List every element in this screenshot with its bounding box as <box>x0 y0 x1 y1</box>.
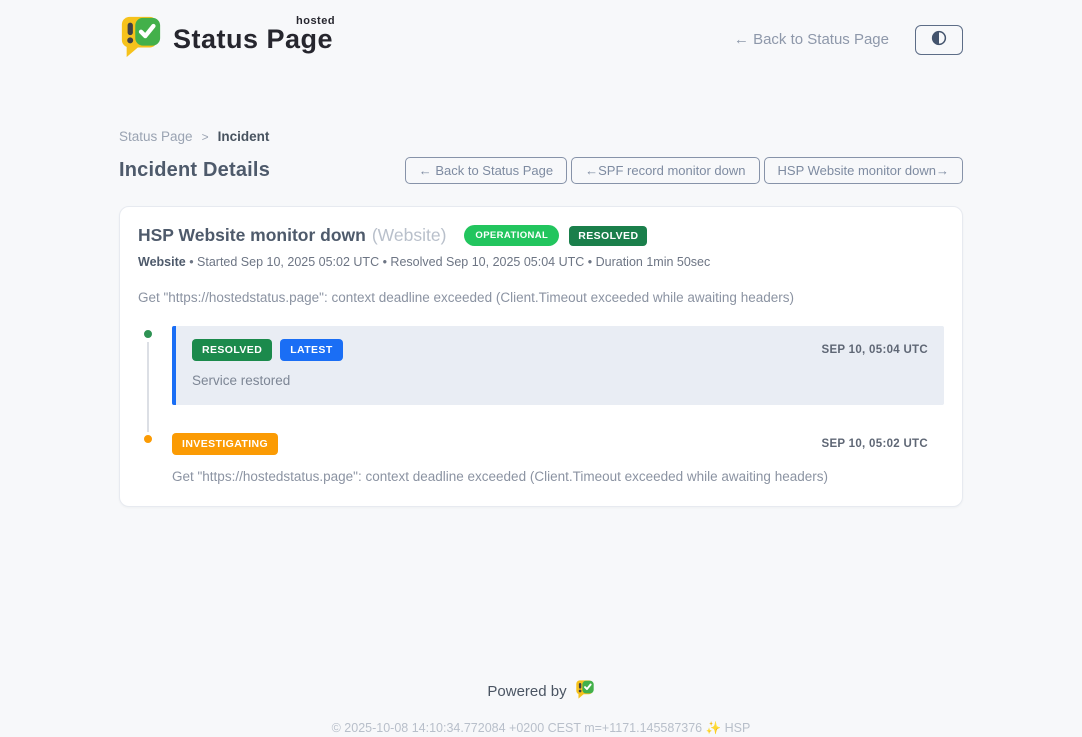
incident-component: (Website) <box>372 225 447 246</box>
half-circle-contrast-icon <box>930 29 948 50</box>
green-status-dot-icon <box>141 327 155 341</box>
resolved-status-badge: RESOLVED <box>569 226 647 246</box>
timeline-entry-investigating: INVESTIGATING SEP 10, 05:02 UTC Get "htt… <box>138 431 944 484</box>
investigating-badge: INVESTIGATING <box>172 433 278 455</box>
theme-toggle-button[interactable] <box>915 25 963 55</box>
timeline-message: Get "https://hostedstatus.page": context… <box>172 469 928 484</box>
header-back-to-status-page-link[interactable]: ← Back to Status Page <box>734 31 889 48</box>
timeline-dot-column <box>138 431 158 484</box>
resolved-badge: RESOLVED <box>192 339 272 361</box>
top-bar: Status Page hosted ← Back to Status Page <box>91 0 991 65</box>
incident-timeline: RESOLVED LATEST SEP 10, 05:04 UTC Servic… <box>138 326 944 484</box>
next-incident-button[interactable]: HSP Website monitor down→ <box>764 157 963 184</box>
incident-card-header: HSP Website monitor down (Website) OPERA… <box>138 225 944 246</box>
incident-meta: Website • Started Sep 10, 2025 05:02 UTC… <box>138 255 944 269</box>
title-row: Incident Details ← Back to Status Page ←… <box>91 157 991 184</box>
timeline-badges: INVESTIGATING <box>172 433 278 455</box>
brand-superscript: hosted <box>296 15 335 27</box>
timeline-message: Service restored <box>192 373 928 388</box>
incident-description: Get "https://hostedstatus.page": context… <box>138 290 944 305</box>
breadcrumb-status-page[interactable]: Status Page <box>119 129 193 144</box>
back-to-status-page-button[interactable]: ← Back to Status Page <box>405 157 567 184</box>
brand-name: Status Page hosted <box>173 24 333 55</box>
timeline-timestamp: SEP 10, 05:02 UTC <box>821 438 928 450</box>
brand-logo[interactable]: Status Page hosted <box>119 14 333 65</box>
timeline-entry-investigating-body: INVESTIGATING SEP 10, 05:02 UTC Get "htt… <box>172 431 944 484</box>
top-bar-actions: ← Back to Status Page <box>734 25 963 55</box>
operational-status-badge: OPERATIONAL <box>464 225 559 246</box>
prev-incident-button[interactable]: ←SPF record monitor down <box>571 157 759 184</box>
timeline-badges: RESOLVED LATEST <box>192 339 343 361</box>
breadcrumb-incident: Incident <box>218 129 270 144</box>
incident-card: HSP Website monitor down (Website) OPERA… <box>119 206 963 507</box>
latest-badge: LATEST <box>280 339 342 361</box>
status-page-logo-small-icon <box>575 679 595 704</box>
timeline-entry-resolved: RESOLVED LATEST SEP 10, 05:04 UTC Servic… <box>138 326 944 405</box>
incident-title: HSP Website monitor down <box>138 225 366 246</box>
copyright-text: © 2025-10-08 14:10:34.772084 +0200 CEST … <box>0 721 1082 736</box>
breadcrumb: Status Page > Incident <box>91 129 991 144</box>
timeline-timestamp: SEP 10, 05:04 UTC <box>821 344 928 356</box>
orange-status-dot-icon <box>141 432 155 446</box>
powered-by-label: Powered by <box>487 683 566 700</box>
powered-by-link[interactable]: Powered by <box>487 679 594 704</box>
timeline-dot-column <box>138 326 158 405</box>
page-footer: Powered by © 2025-10-08 14:10:34.772084 … <box>0 679 1082 736</box>
incident-nav-buttons: ← Back to Status Page ←SPF record monito… <box>405 157 963 184</box>
status-page-logo-icon <box>119 14 163 65</box>
page-title: Incident Details <box>119 159 270 182</box>
incident-meta-details: • Started Sep 10, 2025 05:02 UTC • Resol… <box>189 255 710 269</box>
incident-meta-component: Website <box>138 255 186 269</box>
breadcrumb-separator: > <box>202 130 209 144</box>
timeline-entry-resolved-box: RESOLVED LATEST SEP 10, 05:04 UTC Servic… <box>172 326 944 405</box>
